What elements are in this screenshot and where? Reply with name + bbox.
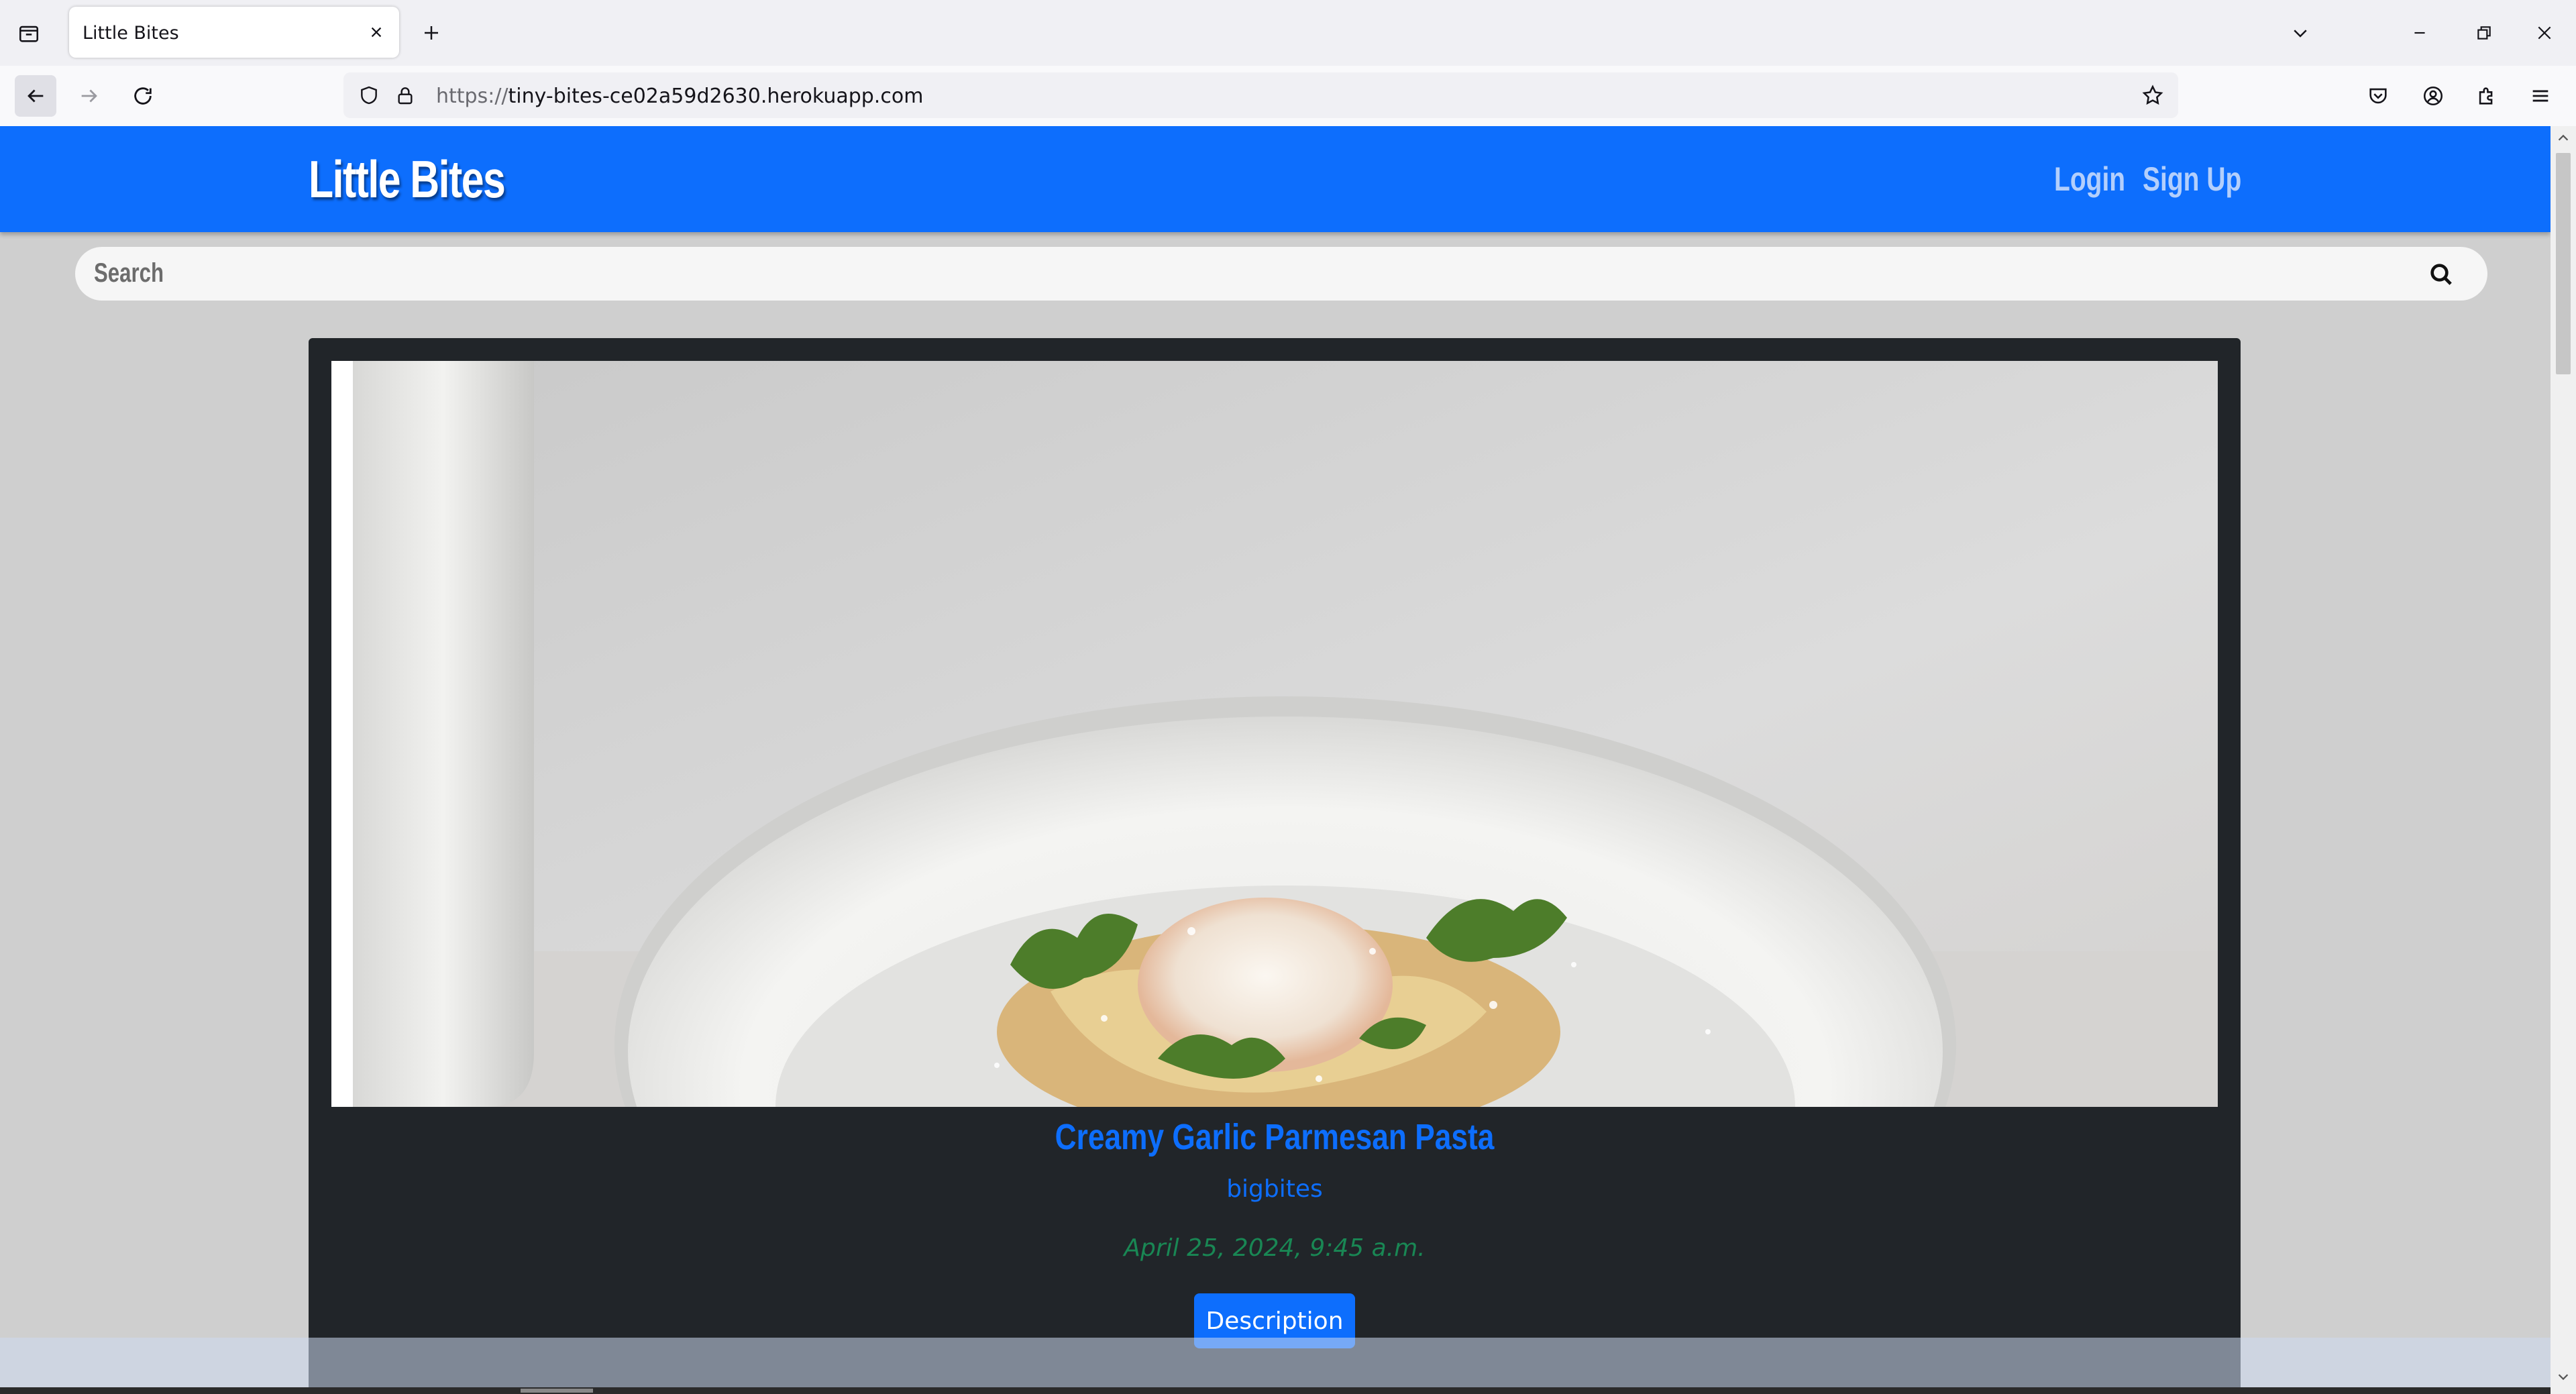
page-viewport: Little Bites Login Sign Up Search Creamy… [0,126,2551,1394]
chevron-down-icon[interactable] [2285,17,2316,48]
hamburger-menu-icon[interactable] [2524,79,2557,113]
recipe-card: Creamy Garlic Parmesan Pasta bigbites Ap… [309,338,2241,1394]
close-window-icon[interactable] [2529,17,2560,48]
pasta-dish-image [353,361,2218,1107]
address-bar[interactable]: https://tiny-bites-ce02a59d2630.herokuap… [343,72,2178,118]
vertical-scrollbar[interactable] [2551,126,2576,1394]
taskbar-edge [0,1387,2551,1394]
search-input[interactable]: Search [75,247,2487,301]
horizontal-scroll-thumb[interactable] [521,1389,593,1393]
site-brand[interactable]: Little Bites [309,149,506,210]
restore-icon[interactable] [2469,17,2500,48]
puzzle-icon[interactable] [2470,79,2504,113]
signup-link[interactable]: Sign Up [2143,160,2241,199]
account-icon[interactable] [2416,79,2450,113]
recipe-author: bigbites [1226,1175,1323,1203]
tab-title: Little Bites [83,23,179,44]
login-link[interactable]: Login [2054,160,2125,199]
reload-icon[interactable] [122,75,164,117]
search-placeholder: Search [94,258,164,288]
scroll-down-icon[interactable] [2551,1364,2576,1389]
star-icon[interactable] [2138,81,2167,110]
recipe-title[interactable]: Creamy Garlic Parmesan Pasta [482,1116,2067,1158]
site-footer [0,1338,2551,1394]
recipe-date: April 25, 2024, 9:45 a.m. [1124,1234,1426,1262]
scrollbar-thumb[interactable] [2556,153,2571,374]
browser-tab[interactable]: Little Bites [69,7,399,58]
browser-toolbar: https://tiny-bites-ce02a59d2630.herokuap… [0,66,2576,127]
pocket-icon[interactable] [2361,79,2395,113]
forward-arrow-icon[interactable] [68,75,110,117]
browser-tab-strip: Little Bites [0,0,2576,66]
minimize-icon[interactable] [2404,17,2435,48]
search-icon[interactable] [2426,259,2457,290]
back-arrow-icon[interactable] [15,75,56,117]
site-header: Little Bites Login Sign Up [0,126,2551,232]
url-text: https://tiny-bites-ce02a59d2630.herokuap… [436,85,924,108]
recipe-photo[interactable] [331,361,2218,1107]
scroll-up-icon[interactable] [2551,126,2576,150]
close-icon[interactable] [364,20,388,44]
tab-list-icon[interactable] [13,18,44,49]
shield-icon[interactable] [356,82,382,109]
lock-icon[interactable] [392,82,419,109]
plus-icon[interactable] [416,17,447,48]
